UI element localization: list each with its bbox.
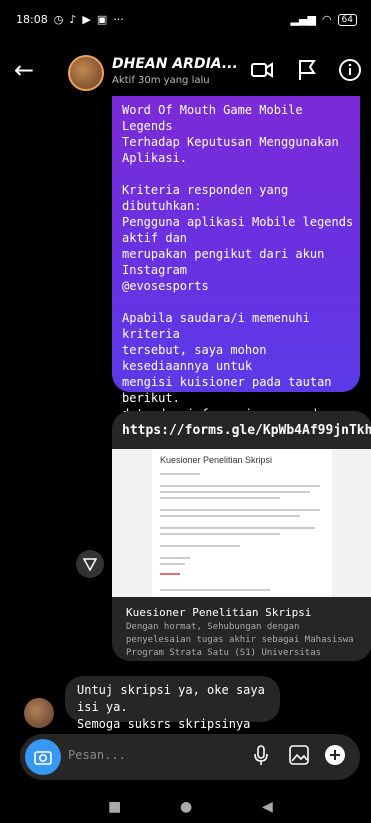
avatar[interactable]	[68, 55, 104, 91]
share-icon[interactable]	[76, 550, 104, 578]
message-text: Untuj skripsi ya, oke saya isi ya. Semog…	[77, 683, 265, 731]
link-url[interactable]: https://forms.gle/KpWb4Af99jnTkhJQ8	[122, 423, 371, 438]
tiktok-icon: ♪	[69, 13, 77, 26]
info-icon[interactable]	[338, 58, 362, 86]
play-icon: ▶	[82, 13, 91, 26]
status-bar: 18:08 ◷ ♪ ▶ ▣ ··· ▂▄▆ ◠ 64	[0, 0, 371, 40]
flag-icon[interactable]	[296, 58, 318, 86]
video-call-icon[interactable]	[250, 58, 274, 86]
battery-indicator: 64	[337, 13, 357, 26]
message-composer[interactable]: Pesan...	[20, 734, 360, 780]
link-preview-card[interactable]: https://forms.gle/KpWb4Af99jnTkhJQ8 Kues…	[112, 411, 371, 661]
active-status: Aktif 30m yang lalu	[112, 75, 210, 86]
back-icon[interactable]: ◀	[262, 799, 273, 815]
chat-header: ← DHEAN ARDIA... Aktif 30m yang lalu	[0, 50, 371, 94]
alarm-icon: ◷	[53, 13, 64, 26]
avatar[interactable]	[24, 698, 54, 728]
preview-form-title: Kuesioner Penelitian Skripsi	[160, 455, 273, 465]
home-icon[interactable]: ●	[180, 799, 192, 815]
gallery-icon: ▣	[96, 13, 108, 26]
camera-icon[interactable]	[25, 739, 61, 775]
contact-name[interactable]: DHEAN ARDIA...	[112, 56, 238, 72]
recent-apps-icon[interactable]: ■	[108, 799, 121, 815]
microphone-icon[interactable]	[252, 744, 270, 771]
message-input[interactable]: Pesan...	[68, 748, 126, 762]
link-preview-image[interactable]: Kuesioner Penelitian Skripsi	[112, 449, 371, 597]
signal-icon: ▂▄▆	[290, 13, 316, 26]
wifi-icon: ◠	[321, 13, 332, 26]
message-bubble-sent[interactable]: Word Of Mouth Game Mobile Legends Terhad…	[112, 96, 371, 517]
system-navigation-bar: ■ ● ◀	[0, 793, 371, 823]
more-notifications-icon: ···	[113, 13, 124, 26]
add-icon[interactable]	[324, 744, 346, 771]
message-bubble-received[interactable]: Untuj skripsi ya, oke saya isi ya. Semog…	[65, 676, 280, 731]
link-description: Dengan hormat, Sehubungan dengan penyele…	[126, 622, 354, 658]
link-title: Kuesioner Penelitian Skripsi	[126, 606, 312, 619]
gallery-icon[interactable]	[288, 744, 310, 771]
back-arrow-icon[interactable]: ←	[14, 58, 34, 82]
clock: 18:08	[16, 13, 48, 26]
